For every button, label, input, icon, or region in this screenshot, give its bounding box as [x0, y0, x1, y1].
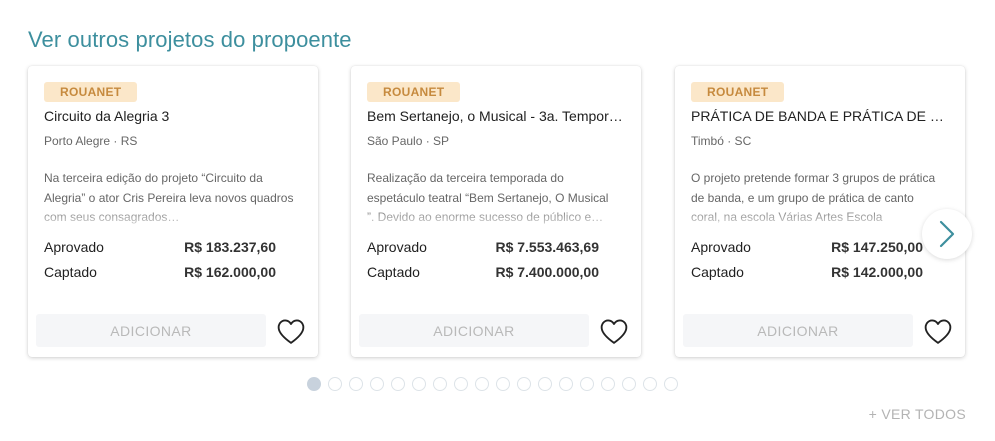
pagination-dot[interactable]: [454, 377, 468, 391]
pagination-dot[interactable]: [517, 377, 531, 391]
project-card[interactable]: ROUANET Bem Sertanejo, o Musical - 3a. T…: [351, 66, 641, 357]
approved-label: Aprovado: [691, 239, 751, 255]
section-title: Ver outros projetos do propoente: [28, 27, 352, 52]
project-card[interactable]: ROUANET Circuito da Alegria 3 Porto Aleg…: [28, 66, 318, 357]
description-fade: [351, 206, 641, 230]
pagination-dot[interactable]: [559, 377, 573, 391]
carousel-next-button[interactable]: [922, 209, 972, 259]
approved-value: R$ 7.553.463,69: [495, 239, 599, 255]
chevron-right-icon: [939, 220, 955, 248]
raised-value: R$ 7.400.000,00: [495, 264, 599, 280]
pagination-dot[interactable]: [622, 377, 636, 391]
pagination-dot[interactable]: [643, 377, 657, 391]
heart-outline-icon: [924, 319, 952, 344]
pagination-dot[interactable]: [496, 377, 510, 391]
pagination-dot[interactable]: [538, 377, 552, 391]
pagination-dot[interactable]: [370, 377, 384, 391]
heart-outline-icon: [277, 319, 305, 344]
project-card[interactable]: ROUANET PRÁTICA DE BANDA E PRÁTICA DE CA…: [675, 66, 965, 357]
add-button[interactable]: ADICIONAR: [359, 314, 589, 347]
description-fade: [28, 206, 318, 230]
pagination-dot[interactable]: [433, 377, 447, 391]
pagination-dot[interactable]: [475, 377, 489, 391]
description-fade: [675, 206, 965, 230]
favorite-button[interactable]: [276, 316, 306, 346]
add-button[interactable]: ADICIONAR: [36, 314, 266, 347]
raised-value: R$ 142.000,00: [831, 264, 923, 280]
project-title[interactable]: Circuito da Alegria 3: [44, 108, 302, 124]
pagination-dot[interactable]: [391, 377, 405, 391]
raised-value: R$ 162.000,00: [184, 264, 276, 280]
project-location: Porto Alegre · RS: [44, 134, 138, 148]
project-location: São Paulo · SP: [367, 134, 450, 148]
add-button[interactable]: ADICIONAR: [683, 314, 913, 347]
project-title[interactable]: Bem Sertanejo, o Musical - 3a. Tempor…: [367, 108, 625, 124]
carousel-pagination: [307, 377, 678, 391]
approved-value: R$ 183.237,60: [184, 239, 276, 255]
favorite-button[interactable]: [923, 316, 953, 346]
rouanet-badge: ROUANET: [367, 82, 461, 102]
raised-label: Captado: [691, 264, 744, 280]
approved-value: R$ 147.250,00: [831, 239, 923, 255]
see-all-link[interactable]: + VER TODOS: [869, 406, 966, 422]
project-location: Timbó · SC: [691, 134, 752, 148]
favorite-button[interactable]: [599, 316, 629, 346]
rouanet-badge: ROUANET: [44, 82, 138, 102]
approved-label: Aprovado: [367, 239, 427, 255]
pagination-dot[interactable]: [412, 377, 426, 391]
pagination-dot[interactable]: [580, 377, 594, 391]
pagination-dot[interactable]: [664, 377, 678, 391]
rouanet-badge: ROUANET: [691, 82, 785, 102]
heart-outline-icon: [600, 319, 628, 344]
project-title[interactable]: PRÁTICA DE BANDA E PRÁTICA DE CA…: [691, 108, 949, 124]
raised-label: Captado: [367, 264, 420, 280]
pagination-dot[interactable]: [349, 377, 363, 391]
pagination-dot[interactable]: [328, 377, 342, 391]
carousel-prev-button[interactable]: [28, 224, 76, 272]
pagination-dot[interactable]: [601, 377, 615, 391]
pagination-dot[interactable]: [307, 377, 321, 391]
